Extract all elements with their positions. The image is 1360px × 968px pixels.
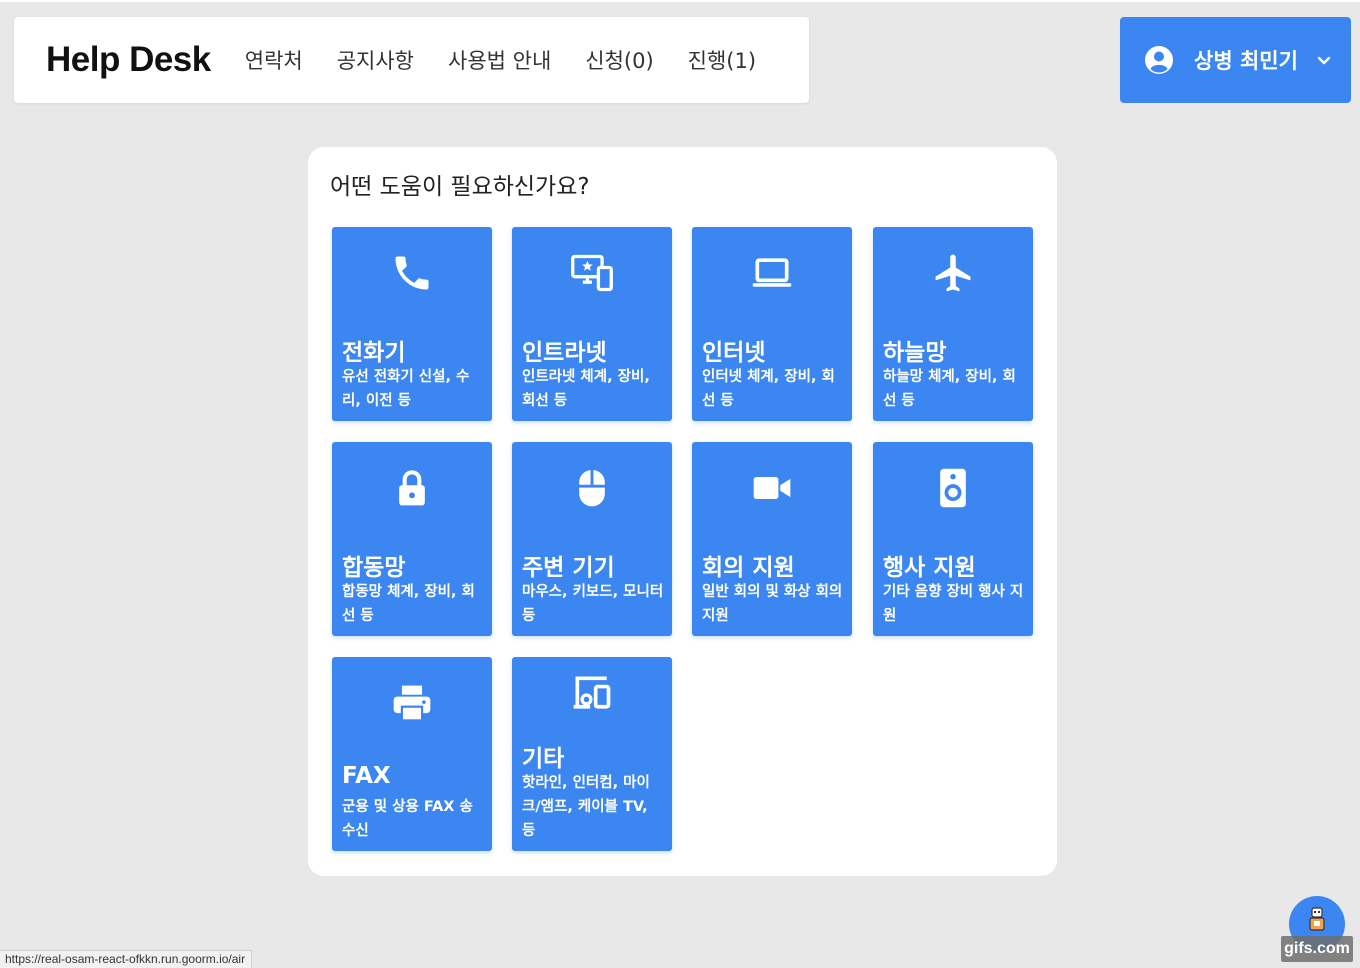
wrench-robot-icon — [1309, 907, 1325, 931]
nav-contacts[interactable]: 연락처 — [245, 45, 303, 75]
card-sky-network[interactable]: 하늘망 하늘망 체계, 장비, 회선 등 — [873, 227, 1033, 421]
nav-guide[interactable]: 사용법 안내 — [448, 45, 551, 75]
chevron-down-icon — [1317, 56, 1331, 65]
card-joint-network[interactable]: 합동망 합동망 체계, 장비, 회선 등 — [332, 442, 492, 636]
navbar: Help Desk 연락처 공지사항 사용법 안내 신청(0) 진행(1) — [14, 17, 809, 103]
card-fax[interactable]: FAX 군용 및 상용 FAX 송수신 — [332, 657, 492, 851]
nav-in-progress[interactable]: 진행(1) — [688, 45, 756, 75]
card-intranet[interactable]: 인트라넷 인트라넷 체계, 장비, 회선 등 — [512, 227, 672, 421]
airplane-icon — [931, 251, 975, 295]
desktop-mobile-icon — [570, 251, 614, 295]
card-description: 기타 음향 장비 행사 지원 — [883, 584, 1024, 624]
devices-icon — [570, 671, 614, 715]
card-title: FAX — [342, 763, 391, 789]
brand-logo[interactable]: Help Desk — [46, 40, 211, 80]
card-description: 일반 회의 및 화상 회의 지원 — [702, 584, 843, 624]
gifs-watermark: gifs.com — [1281, 936, 1353, 962]
speaker-icon — [931, 466, 975, 510]
card-title: 하늘망 — [883, 340, 947, 366]
lock-icon — [390, 466, 434, 510]
user-circle-icon — [1145, 46, 1173, 74]
card-description: 군용 및 상용 FAX 송수신 — [342, 799, 473, 839]
card-description: 합동망 체계, 장비, 회선 등 — [342, 584, 475, 624]
card-internet[interactable]: 인터넷 인터넷 체계, 장비, 회선 등 — [692, 227, 852, 421]
card-title: 인터넷 — [702, 340, 766, 366]
nav-requests[interactable]: 신청(0) — [585, 45, 653, 75]
user-name: 상병 최민기 — [1194, 49, 1298, 73]
card-title: 합동망 — [342, 555, 406, 581]
card-description: 마우스, 키보드, 모니터 등 — [522, 584, 664, 624]
phone-icon — [390, 251, 434, 295]
card-title: 회의 지원 — [702, 555, 795, 581]
card-title: 주변 기기 — [522, 555, 615, 581]
card-description: 하늘망 체계, 장비, 회선 등 — [883, 369, 1016, 409]
card-other[interactable]: 기타 핫라인, 인터컴, 마이크/앰프, 케이블 TV, 등 — [512, 657, 672, 851]
mouse-icon — [570, 466, 614, 510]
card-event-support[interactable]: 행사 지원 기타 음향 장비 행사 지원 — [873, 442, 1033, 636]
user-menu-button[interactable]: 상병 최민기 — [1120, 17, 1351, 103]
card-title: 전화기 — [342, 340, 406, 366]
printer-icon — [390, 681, 434, 725]
help-panel: 어떤 도움이 필요하신가요? 전화기 유선 전화기 신설, 수리, 이전 등 인… — [308, 147, 1057, 876]
card-title: 인트라넷 — [522, 340, 607, 366]
nav-links: 연락처 공지사항 사용법 안내 신청(0) 진행(1) — [245, 45, 756, 75]
nav-notices[interactable]: 공지사항 — [337, 45, 414, 75]
card-peripherals[interactable]: 주변 기기 마우스, 키보드, 모니터 등 — [512, 442, 672, 636]
card-meeting-support[interactable]: 회의 지원 일반 회의 및 화상 회의 지원 — [692, 442, 852, 636]
card-title: 행사 지원 — [883, 555, 976, 581]
card-description: 유선 전화기 신설, 수리, 이전 등 — [342, 369, 470, 409]
top-border — [0, 0, 1360, 2]
panel-title: 어떤 도움이 필요하신가요? — [330, 174, 590, 200]
video-camera-icon — [750, 466, 794, 510]
card-description: 인트라넷 체계, 장비, 회선 등 — [522, 369, 650, 409]
card-description: 인터넷 체계, 장비, 회선 등 — [702, 369, 835, 409]
card-description: 핫라인, 인터컴, 마이크/앰프, 케이블 TV, 등 — [522, 775, 650, 839]
card-phone[interactable]: 전화기 유선 전화기 신설, 수리, 이전 등 — [332, 227, 492, 421]
laptop-icon — [750, 251, 794, 295]
card-title: 기타 — [522, 746, 565, 772]
status-bar-url: https://real-osam-react-ofkkn.run.goorm.… — [0, 950, 253, 968]
